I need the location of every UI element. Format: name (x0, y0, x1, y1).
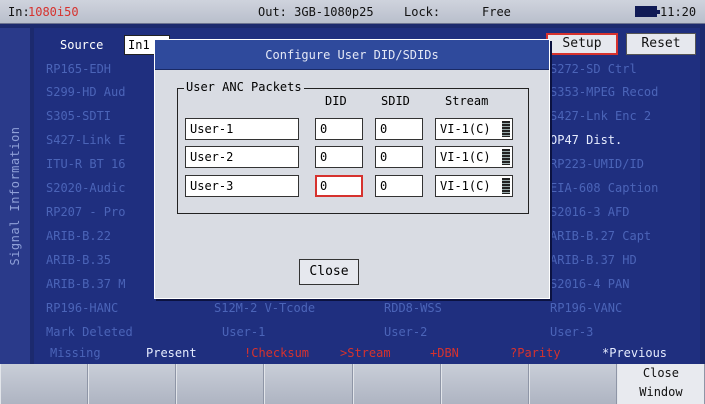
clock: 11:20 (660, 5, 697, 19)
softkey-label: Close (642, 366, 679, 380)
legend-parity: ?Parity (510, 346, 561, 360)
anc-item: User-2 (384, 325, 428, 339)
anc-item: User-3 (550, 325, 594, 339)
anc-item: S299-HD Aud (46, 85, 126, 99)
legend-stream: >Stream (340, 346, 391, 360)
anc-item: RDD8-WSS (384, 301, 442, 315)
battery-icon (635, 6, 660, 17)
softkey-4[interactable] (264, 364, 353, 404)
output-format: Out: 3GB-1080p25 (258, 5, 374, 19)
stream-header: Stream (445, 94, 489, 108)
anc-item: S305-SDTI (46, 109, 112, 123)
lock-status: Free (482, 5, 511, 19)
softkey-label: Window (639, 385, 683, 399)
signal-information-tab[interactable]: Signal Information (0, 28, 30, 364)
anc-item: S2020-Audic (46, 181, 126, 195)
user-1-stream-select[interactable]: VI-1(C) (435, 118, 513, 140)
user-3-stream-select[interactable]: VI-1(C) (435, 175, 513, 197)
stream-value: VI-1(C) (440, 122, 491, 136)
close-button[interactable]: Close (299, 259, 359, 285)
stream-value: VI-1(C) (440, 150, 491, 164)
anc-item: EIA-608 Caption (550, 181, 659, 195)
anc-item: RP223-UMID/ID (550, 157, 644, 171)
anc-item: ARIB-B.37 HD (550, 253, 637, 267)
anc-item: RP207 - Pro (46, 205, 126, 219)
anc-item: S353-MPEG Recod (550, 85, 659, 99)
softkey-1[interactable] (0, 364, 89, 404)
anc-item: S427-Link E (46, 133, 126, 147)
user-1-name-field[interactable]: User-1 (185, 118, 299, 140)
lock-label: Lock: (404, 5, 441, 19)
anc-item: ARIB-B.37 M (46, 277, 126, 291)
anc-item: S2016-4 PAN (550, 277, 630, 291)
user-1-did-field[interactable]: 0 (315, 118, 363, 140)
legend-dbn: +DBN (430, 346, 459, 360)
anc-item-present: OP47 Dist. (550, 133, 623, 147)
user-1-sdid-field[interactable]: 0 (375, 118, 423, 140)
configure-user-did-dialog: Configure User DID/SDIDs User ANC Packet… (154, 39, 550, 299)
softkey-7[interactable] (528, 364, 617, 404)
anc-item: S272-SD Ctrl (550, 62, 637, 76)
group-label: User ANC Packets (184, 80, 304, 94)
stream-value: VI-1(C) (440, 179, 491, 193)
legend-present: Present (146, 346, 197, 360)
anc-item: RP196-VANC (550, 301, 623, 315)
side-tab-label: Signal Information (8, 126, 22, 266)
source-label: Source (60, 38, 104, 52)
input-format: 1080i50 (28, 5, 79, 19)
anc-item: S2016-3 AFD (550, 205, 630, 219)
legend-missing: Missing (50, 346, 101, 360)
user-2-did-field[interactable]: 0 (315, 146, 363, 168)
user-3-did-field[interactable]: 0 (315, 175, 363, 197)
close-window-softkey[interactable]: Close Window (616, 364, 705, 404)
softkey-5[interactable] (352, 364, 441, 404)
status-legend: Missing Present !Checksum >Stream +DBN ?… (34, 345, 700, 362)
scroll-icon (502, 149, 510, 165)
user-3-name-field[interactable]: User-3 (185, 175, 299, 197)
softkey-bar: Close Window (0, 364, 705, 404)
anc-item: S427-Lnk Enc 2 (550, 109, 652, 123)
anc-item: ARIB-B.27 Capt (550, 229, 652, 243)
softkey-2[interactable] (88, 364, 177, 404)
reset-button[interactable]: Reset (626, 33, 696, 55)
did-header: DID (325, 94, 347, 108)
anc-item: User-1 (222, 325, 266, 339)
setup-button[interactable]: Setup (546, 33, 618, 55)
legend-previous: *Previous (602, 346, 668, 360)
anc-item: ARIB-B.35 (46, 253, 112, 267)
user-2-name-field[interactable]: User-2 (185, 146, 299, 168)
user-2-stream-select[interactable]: VI-1(C) (435, 146, 513, 168)
status-bar: In: 1080i50 Out: 3GB-1080p25 Lock: Free … (0, 0, 705, 24)
anc-item: Mark Deleted (46, 325, 133, 339)
user-2-sdid-field[interactable]: 0 (375, 146, 423, 168)
softkey-6[interactable] (440, 364, 529, 404)
user-3-sdid-field[interactable]: 0 (375, 175, 423, 197)
anc-item: S12M-2 V-Tcode (214, 301, 316, 315)
anc-item: RP196-HANC (46, 301, 119, 315)
anc-item: RP165-EDH (46, 62, 112, 76)
anc-item: ITU-R BT 16 (46, 157, 126, 171)
scroll-icon (502, 121, 510, 137)
input-label: In: (8, 5, 30, 19)
scroll-icon (502, 178, 510, 194)
softkey-3[interactable] (176, 364, 265, 404)
legend-checksum: !Checksum (244, 346, 310, 360)
anc-item: ARIB-B.22 (46, 229, 112, 243)
sdid-header: SDID (381, 94, 410, 108)
dialog-title: Configure User DID/SDIDs (155, 40, 549, 70)
